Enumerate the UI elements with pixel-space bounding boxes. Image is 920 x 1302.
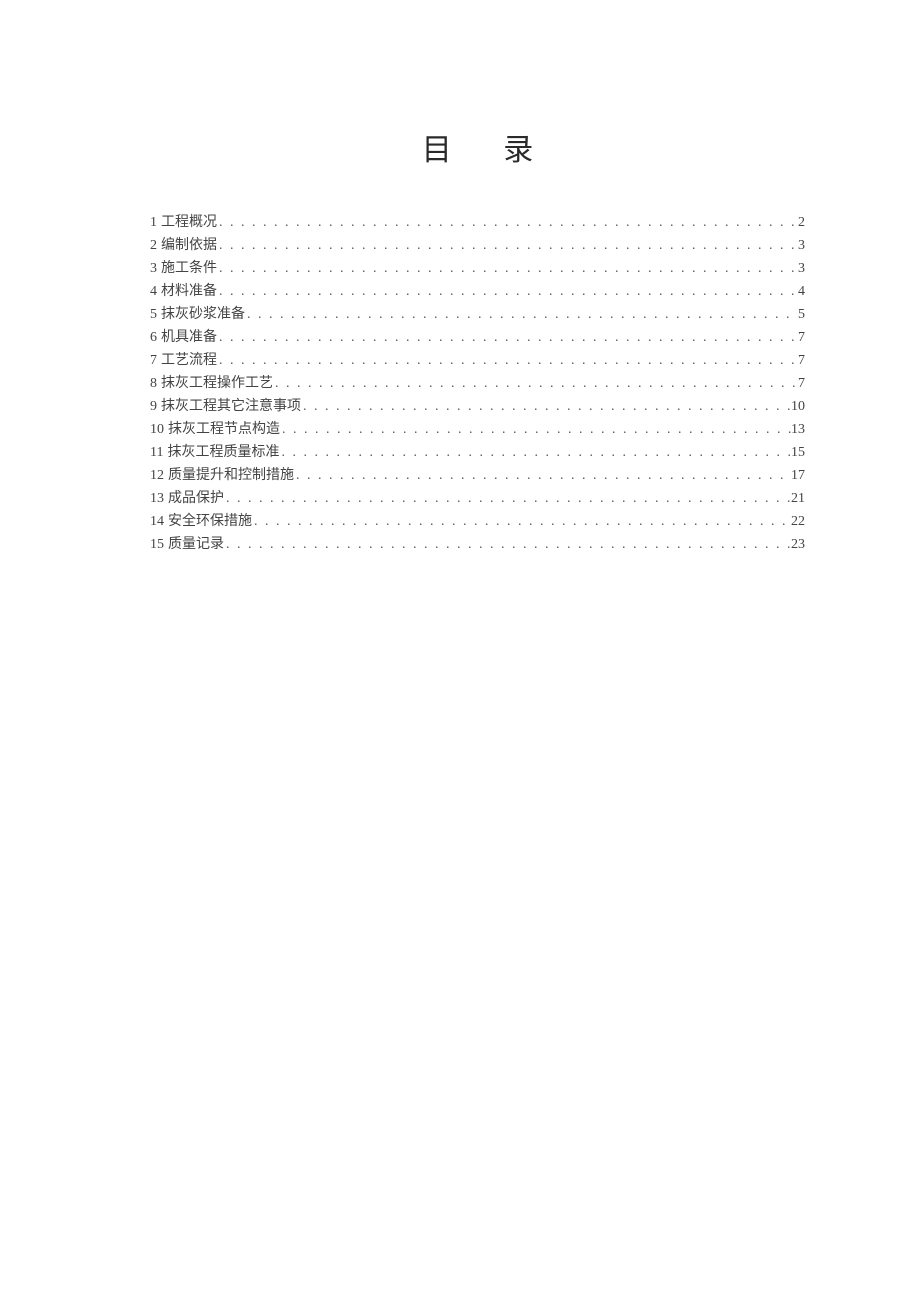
toc-entry-label: 抹灰砂浆准备 xyxy=(161,303,245,326)
toc-leader xyxy=(279,441,791,464)
toc-entry: 10 抹灰工程节点构造 13 xyxy=(150,418,805,441)
toc-entry-page: 21 xyxy=(791,487,805,510)
toc-entry: 7 工艺流程 7 xyxy=(150,349,805,372)
page-title: 目 录 xyxy=(150,125,805,169)
toc-entry-number: 1 xyxy=(150,211,157,234)
toc-entry-number: 6 xyxy=(150,326,157,349)
toc-entry-label: 抹灰工程其它注意事项 xyxy=(161,395,301,418)
toc-leader xyxy=(280,418,791,441)
toc-entry-label: 材料准备 xyxy=(161,280,217,303)
toc-entry-page: 2 xyxy=(798,211,805,234)
toc-entry: 13 成品保护 21 xyxy=(150,487,805,510)
toc-entry-label: 成品保护 xyxy=(168,487,224,510)
toc-entry-label: 施工条件 xyxy=(161,257,217,280)
toc-entry-number: 10 xyxy=(150,418,164,441)
toc-leader xyxy=(217,257,798,280)
toc-entry-number: 12 xyxy=(150,464,164,487)
toc-entry-number: 3 xyxy=(150,257,157,280)
toc-entry-number: 11 xyxy=(150,441,163,464)
toc-entry-number: 7 xyxy=(150,349,157,372)
toc-entry-number: 9 xyxy=(150,395,157,418)
toc-entry-number: 14 xyxy=(150,510,164,533)
toc-entry-label: 质量记录 xyxy=(168,533,224,556)
toc-entry-page: 10 xyxy=(791,395,805,418)
toc-entry: 9 抹灰工程其它注意事项 10 xyxy=(150,395,805,418)
toc-leader xyxy=(224,487,791,510)
toc-leader xyxy=(217,280,798,303)
toc-entry-number: 4 xyxy=(150,280,157,303)
toc-entry: 3 施工条件 3 xyxy=(150,257,805,280)
toc-leader xyxy=(217,349,798,372)
toc-entry-label: 编制依据 xyxy=(161,234,217,257)
toc-entry-number: 15 xyxy=(150,533,164,556)
toc-entry-page: 23 xyxy=(791,533,805,556)
toc-entry-label: 机具准备 xyxy=(161,326,217,349)
toc-entry-page: 13 xyxy=(791,418,805,441)
toc-entry-label: 工程概况 xyxy=(161,211,217,234)
toc-entry-page: 7 xyxy=(798,349,805,372)
toc-leader xyxy=(245,303,798,326)
table-of-contents: 1 工程概况 2 2 编制依据 3 3 施工条件 3 4 材料准备 4 5 抹灰… xyxy=(150,211,805,556)
toc-entry-label: 抹灰工程操作工艺 xyxy=(161,372,273,395)
toc-entry: 4 材料准备 4 xyxy=(150,280,805,303)
toc-entry-page: 22 xyxy=(791,510,805,533)
toc-entry: 2 编制依据 3 xyxy=(150,234,805,257)
toc-leader xyxy=(294,464,791,487)
toc-leader xyxy=(224,533,791,556)
toc-entry: 8 抹灰工程操作工艺 7 xyxy=(150,372,805,395)
toc-entry: 5 抹灰砂浆准备 5 xyxy=(150,303,805,326)
toc-entry-page: 7 xyxy=(798,372,805,395)
toc-entry-page: 3 xyxy=(798,257,805,280)
toc-entry-page: 17 xyxy=(791,464,805,487)
toc-entry-page: 4 xyxy=(798,280,805,303)
toc-entry: 12 质量提升和控制措施 17 xyxy=(150,464,805,487)
toc-entry: 1 工程概况 2 xyxy=(150,211,805,234)
toc-leader xyxy=(217,211,798,234)
toc-leader xyxy=(217,234,798,257)
toc-entry-page: 7 xyxy=(798,326,805,349)
toc-entry-label: 抹灰工程节点构造 xyxy=(168,418,280,441)
toc-entry-number: 5 xyxy=(150,303,157,326)
toc-entry: 15 质量记录 23 xyxy=(150,533,805,556)
toc-entry: 6 机具准备 7 xyxy=(150,326,805,349)
toc-entry-page: 3 xyxy=(798,234,805,257)
toc-leader xyxy=(273,372,798,395)
toc-entry-label: 质量提升和控制措施 xyxy=(168,464,294,487)
toc-leader xyxy=(217,326,798,349)
toc-entry-page: 5 xyxy=(798,303,805,326)
toc-entry-number: 2 xyxy=(150,234,157,257)
toc-leader xyxy=(252,510,791,533)
toc-entry-label: 工艺流程 xyxy=(161,349,217,372)
toc-entry-label: 抹灰工程质量标准 xyxy=(167,441,279,464)
toc-leader xyxy=(301,395,791,418)
toc-entry: 11 抹灰工程质量标准 15 xyxy=(150,441,805,464)
toc-entry-label: 安全环保措施 xyxy=(168,510,252,533)
toc-entry: 14 安全环保措施 22 xyxy=(150,510,805,533)
toc-entry-page: 15 xyxy=(791,441,805,464)
toc-entry-number: 8 xyxy=(150,372,157,395)
toc-entry-number: 13 xyxy=(150,487,164,510)
